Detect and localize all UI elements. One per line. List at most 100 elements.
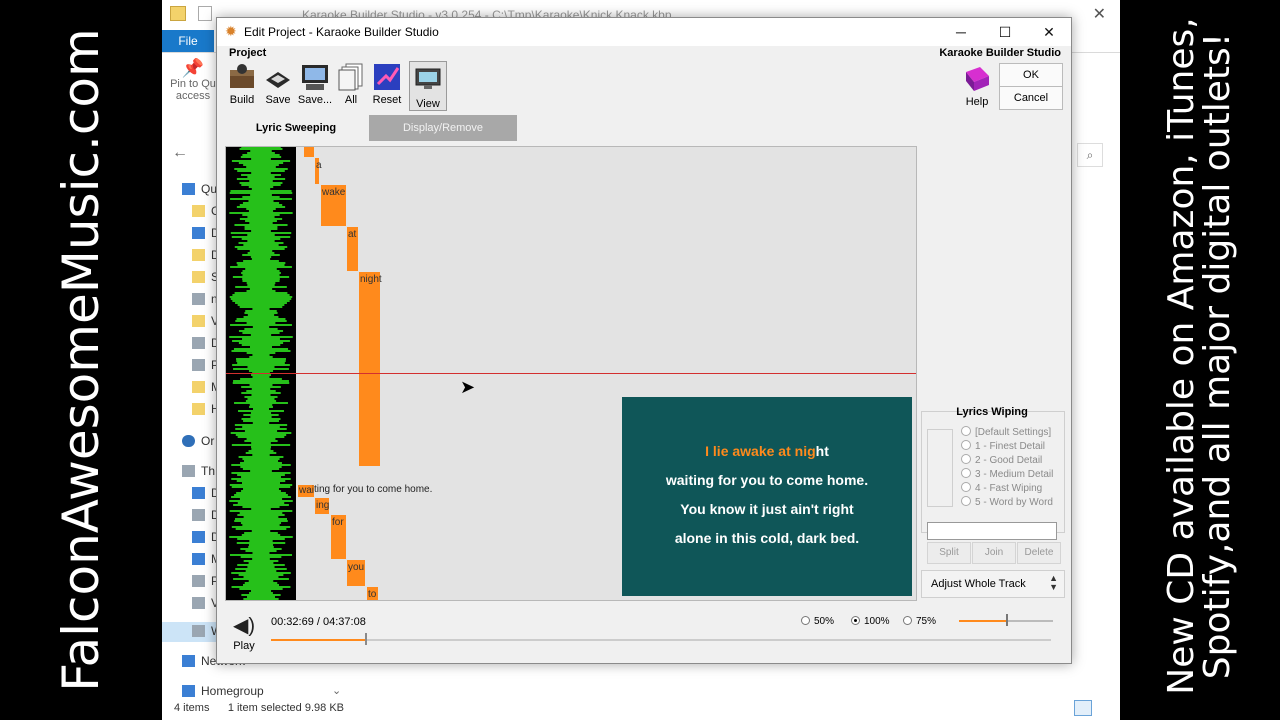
folder-icon [192, 381, 205, 393]
zoom-option-100[interactable]: 100% [851, 616, 890, 627]
nav-item[interactable]: V [192, 314, 219, 328]
playhead-line [226, 373, 916, 374]
reset-button[interactable]: Reset [367, 62, 407, 110]
save-icon [263, 62, 293, 92]
properties-icon[interactable] [198, 6, 212, 21]
time-readout: 00:32:69 / 04:37:08 [271, 616, 366, 628]
join-button[interactable]: Join [972, 542, 1016, 564]
document-icon [192, 337, 205, 349]
drive-icon [192, 625, 205, 637]
adjust-whole-track[interactable]: Adjust Whole Track ▲ ▼ [921, 570, 1065, 598]
view-icon [413, 66, 443, 96]
zoom-option-75[interactable]: 75% [903, 616, 936, 627]
video-icon [192, 597, 205, 609]
volume-thumb[interactable] [1006, 614, 1008, 626]
syllable-block[interactable]: to [367, 587, 378, 600]
syllable-block[interactable]: for [331, 515, 346, 559]
pin-label-2: access [175, 90, 211, 102]
chevron-down-icon[interactable]: ⌄ [332, 684, 341, 697]
back-arrow-icon[interactable]: ← [172, 144, 188, 162]
progress-thumb[interactable] [364, 633, 367, 645]
nav-item[interactable]: P [192, 358, 219, 372]
nav-item-this-pc[interactable]: Th [182, 464, 215, 478]
help-button[interactable]: Help [957, 64, 997, 112]
zoom-option-50[interactable]: 50% [801, 616, 834, 627]
help-book-icon [962, 64, 992, 94]
edit-project-dialog: ✹ Edit Project - Karaoke Builder Studio … [216, 17, 1072, 664]
lyric-sweep-timeline[interactable]: a wake at night wai ting for you to come… [225, 146, 917, 601]
folder-icon[interactable] [170, 6, 186, 21]
syllable-block[interactable]: wai [298, 485, 314, 497]
dialog-titlebar: ✹ Edit Project - Karaoke Builder Studio … [217, 18, 1071, 46]
promo-line-2: Spotify,and all major digital outlets! [1197, 32, 1238, 680]
close-icon[interactable]: ✕ [1093, 4, 1106, 24]
save-button[interactable]: Save [258, 62, 298, 110]
brand-label: Karaoke Builder Studio [939, 47, 1061, 59]
ok-button[interactable]: OK [999, 63, 1063, 87]
volume-fill [959, 620, 1006, 622]
dialog-title: Edit Project - Karaoke Builder Studio [244, 25, 439, 39]
picture-icon [192, 359, 205, 371]
app-gear-icon: ✹ [225, 23, 237, 39]
minimize-icon[interactable]: ─ [939, 20, 983, 44]
folder-icon [192, 249, 205, 261]
wipe-option-4[interactable]: 4 - Fast Wiping [961, 482, 1042, 494]
build-button[interactable]: Build [222, 62, 262, 110]
pin-to-quick-access-button[interactable]: 📌 Pin to Qu access [168, 59, 218, 102]
nav-item-quick-access[interactable]: Qu [182, 182, 217, 196]
view-toggle[interactable] [1074, 700, 1114, 716]
folder-icon [192, 403, 205, 415]
tab-display-remove[interactable]: Display/Remove [369, 115, 517, 141]
document-icon [192, 509, 205, 521]
lyric-text-input[interactable] [927, 522, 1057, 540]
syllable-block[interactable]: a [315, 158, 322, 184]
tab-lyric-sweeping[interactable]: Lyric Sweeping [225, 115, 367, 142]
syllable-block[interactable] [304, 147, 314, 157]
view-button[interactable]: View [409, 61, 447, 111]
save-as-icon [300, 62, 330, 92]
homegroup-icon [182, 685, 195, 697]
maximize-icon[interactable]: ☐ [983, 20, 1027, 44]
delete-button[interactable]: Delete [1017, 542, 1061, 564]
preview-line-2: waiting for you to come home. [665, 472, 869, 488]
wipe-option-5[interactable]: 5 - Word by Word [961, 496, 1053, 508]
nav-item[interactable]: n [192, 292, 218, 306]
nav-item[interactable]: S [192, 270, 219, 284]
cancel-button[interactable]: Cancel [999, 86, 1063, 110]
wiping-preview [927, 429, 953, 507]
nav-item-onedrive[interactable]: Or [182, 434, 214, 448]
search-icon[interactable]: ⌕ [1077, 143, 1103, 167]
save-as-button[interactable]: Save... [295, 62, 335, 110]
wipe-option-3[interactable]: 3 - Medium Detail [961, 468, 1053, 480]
volume-slider[interactable] [959, 614, 1053, 626]
spinner-arrows-icon[interactable]: ▲ ▼ [1049, 574, 1058, 592]
playback-progress-slider[interactable] [271, 633, 1051, 645]
syllable-block[interactable]: wake [321, 185, 346, 226]
play-icon: ◀) [232, 615, 256, 637]
file-tab[interactable]: File [162, 30, 214, 52]
syllable-block[interactable]: at [347, 227, 358, 271]
adjust-whole-track-label: Adjust Whole Track [931, 578, 1026, 590]
pc-icon [192, 293, 205, 305]
syllable-block[interactable]: you [347, 560, 365, 586]
nav-item[interactable]: P [192, 574, 219, 588]
all-button[interactable]: All [331, 62, 371, 110]
left-banner: FalconAwesomeMusic.com [0, 0, 162, 720]
promo-banner-text: New CD available on Amazon, iTunes, Spot… [1161, 0, 1238, 716]
wipe-option-default[interactable]: [Default Settings] [961, 426, 1051, 438]
split-button[interactable]: Split [927, 542, 971, 564]
folder-icon [192, 315, 205, 327]
website-banner-text: FalconAwesomeMusic.com [52, 28, 110, 692]
nav-item-homegroup[interactable]: Homegroup [182, 684, 264, 698]
details-view-icon[interactable] [1074, 700, 1092, 716]
status-selection: 1 item selected 9.98 KB [227, 702, 344, 714]
play-button[interactable]: ◀) Play [229, 613, 259, 652]
nav-item[interactable]: V [192, 596, 219, 610]
folder-icon [192, 205, 205, 217]
preview-line-4: alone in this cold, dark bed. [674, 530, 860, 546]
syllable-block[interactable]: night [359, 272, 382, 466]
wipe-option-2[interactable]: 2 - Good Detail [961, 454, 1042, 466]
syllable-block[interactable]: ing [315, 498, 329, 514]
close-icon[interactable]: ✕ [1027, 20, 1071, 44]
wipe-option-1[interactable]: 1 - Finest Detail [961, 440, 1045, 452]
